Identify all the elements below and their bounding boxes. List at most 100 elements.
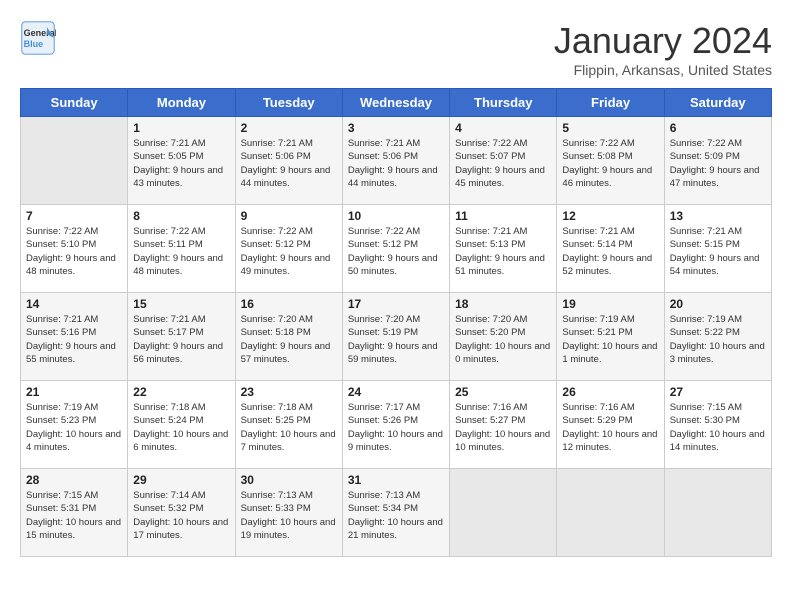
calendar-cell: 6 Sunrise: 7:22 AM Sunset: 5:09 PM Dayli… [664, 117, 771, 205]
sunrise-text: Sunrise: 7:20 AM [455, 314, 527, 325]
day-number: 1 [133, 121, 229, 135]
sunset-text: Sunset: 5:27 PM [455, 415, 525, 426]
sunset-text: Sunset: 5:16 PM [26, 327, 96, 338]
day-info: Sunrise: 7:18 AM Sunset: 5:25 PM Dayligh… [241, 401, 337, 454]
day-info: Sunrise: 7:21 AM Sunset: 5:06 PM Dayligh… [348, 137, 444, 190]
day-number: 21 [26, 385, 122, 399]
sunset-text: Sunset: 5:12 PM [241, 239, 311, 250]
sunset-text: Sunset: 5:17 PM [133, 327, 203, 338]
calendar-cell: 1 Sunrise: 7:21 AM Sunset: 5:05 PM Dayli… [128, 117, 235, 205]
calendar-cell: 5 Sunrise: 7:22 AM Sunset: 5:08 PM Dayli… [557, 117, 664, 205]
daylight-text: Daylight: 9 hours and 46 minutes. [562, 165, 652, 189]
day-info: Sunrise: 7:19 AM Sunset: 5:23 PM Dayligh… [26, 401, 122, 454]
daylight-text: Daylight: 9 hours and 44 minutes. [348, 165, 438, 189]
daylight-text: Daylight: 9 hours and 47 minutes. [670, 165, 760, 189]
daylight-text: Daylight: 9 hours and 49 minutes. [241, 253, 331, 277]
day-info: Sunrise: 7:19 AM Sunset: 5:22 PM Dayligh… [670, 313, 766, 366]
calendar-cell: 9 Sunrise: 7:22 AM Sunset: 5:12 PM Dayli… [235, 205, 342, 293]
calendar-cell: 24 Sunrise: 7:17 AM Sunset: 5:26 PM Dayl… [342, 381, 449, 469]
sunset-text: Sunset: 5:18 PM [241, 327, 311, 338]
day-number: 28 [26, 473, 122, 487]
day-number: 25 [455, 385, 551, 399]
sunset-text: Sunset: 5:06 PM [348, 151, 418, 162]
day-number: 10 [348, 209, 444, 223]
sunset-text: Sunset: 5:29 PM [562, 415, 632, 426]
sunset-text: Sunset: 5:09 PM [670, 151, 740, 162]
logo: General Blue General Blue [20, 20, 56, 56]
day-number: 8 [133, 209, 229, 223]
daylight-text: Daylight: 10 hours and 9 minutes. [348, 429, 443, 453]
day-number: 7 [26, 209, 122, 223]
daylight-text: Daylight: 9 hours and 45 minutes. [455, 165, 545, 189]
sunrise-text: Sunrise: 7:21 AM [133, 314, 205, 325]
sunrise-text: Sunrise: 7:17 AM [348, 402, 420, 413]
calendar-cell: 2 Sunrise: 7:21 AM Sunset: 5:06 PM Dayli… [235, 117, 342, 205]
weekday-header-saturday: Saturday [664, 89, 771, 117]
sunrise-text: Sunrise: 7:22 AM [562, 138, 634, 149]
day-info: Sunrise: 7:15 AM Sunset: 5:30 PM Dayligh… [670, 401, 766, 454]
day-number: 31 [348, 473, 444, 487]
day-number: 20 [670, 297, 766, 311]
calendar-week-row: 28 Sunrise: 7:15 AM Sunset: 5:31 PM Dayl… [21, 469, 772, 557]
sunrise-text: Sunrise: 7:18 AM [133, 402, 205, 413]
calendar-cell [557, 469, 664, 557]
sunrise-text: Sunrise: 7:21 AM [241, 138, 313, 149]
sunrise-text: Sunrise: 7:14 AM [133, 490, 205, 501]
calendar-table: SundayMondayTuesdayWednesdayThursdayFrid… [20, 88, 772, 557]
weekday-header-wednesday: Wednesday [342, 89, 449, 117]
sunset-text: Sunset: 5:21 PM [562, 327, 632, 338]
calendar-cell: 16 Sunrise: 7:20 AM Sunset: 5:18 PM Dayl… [235, 293, 342, 381]
daylight-text: Daylight: 9 hours and 54 minutes. [670, 253, 760, 277]
calendar-cell [664, 469, 771, 557]
sunrise-text: Sunrise: 7:22 AM [348, 226, 420, 237]
day-info: Sunrise: 7:18 AM Sunset: 5:24 PM Dayligh… [133, 401, 229, 454]
sunrise-text: Sunrise: 7:22 AM [455, 138, 527, 149]
calendar-cell: 25 Sunrise: 7:16 AM Sunset: 5:27 PM Dayl… [450, 381, 557, 469]
weekday-header-friday: Friday [557, 89, 664, 117]
day-number: 24 [348, 385, 444, 399]
sunrise-text: Sunrise: 7:16 AM [562, 402, 634, 413]
daylight-text: Daylight: 9 hours and 48 minutes. [26, 253, 116, 277]
day-info: Sunrise: 7:22 AM Sunset: 5:11 PM Dayligh… [133, 225, 229, 278]
sunrise-text: Sunrise: 7:19 AM [26, 402, 98, 413]
daylight-text: Daylight: 10 hours and 15 minutes. [26, 517, 121, 541]
sunrise-text: Sunrise: 7:13 AM [348, 490, 420, 501]
sunset-text: Sunset: 5:05 PM [133, 151, 203, 162]
sunrise-text: Sunrise: 7:21 AM [455, 226, 527, 237]
calendar-cell: 30 Sunrise: 7:13 AM Sunset: 5:33 PM Dayl… [235, 469, 342, 557]
daylight-text: Daylight: 9 hours and 44 minutes. [241, 165, 331, 189]
weekday-header-monday: Monday [128, 89, 235, 117]
title-section: January 2024 Flippin, Arkansas, United S… [554, 20, 772, 78]
sunrise-text: Sunrise: 7:19 AM [670, 314, 742, 325]
sunset-text: Sunset: 5:07 PM [455, 151, 525, 162]
sunset-text: Sunset: 5:34 PM [348, 503, 418, 514]
daylight-text: Daylight: 10 hours and 1 minute. [562, 341, 657, 365]
calendar-cell: 11 Sunrise: 7:21 AM Sunset: 5:13 PM Dayl… [450, 205, 557, 293]
day-number: 17 [348, 297, 444, 311]
calendar-cell: 28 Sunrise: 7:15 AM Sunset: 5:31 PM Dayl… [21, 469, 128, 557]
day-number: 4 [455, 121, 551, 135]
daylight-text: Daylight: 10 hours and 21 minutes. [348, 517, 443, 541]
day-number: 22 [133, 385, 229, 399]
sunrise-text: Sunrise: 7:20 AM [348, 314, 420, 325]
sunset-text: Sunset: 5:06 PM [241, 151, 311, 162]
day-number: 27 [670, 385, 766, 399]
day-info: Sunrise: 7:20 AM Sunset: 5:20 PM Dayligh… [455, 313, 551, 366]
day-info: Sunrise: 7:16 AM Sunset: 5:29 PM Dayligh… [562, 401, 658, 454]
sunrise-text: Sunrise: 7:20 AM [241, 314, 313, 325]
page-header: General Blue General Blue January 2024 F… [20, 20, 772, 78]
day-number: 29 [133, 473, 229, 487]
day-info: Sunrise: 7:20 AM Sunset: 5:18 PM Dayligh… [241, 313, 337, 366]
sunrise-text: Sunrise: 7:21 AM [133, 138, 205, 149]
svg-text:General: General [24, 28, 56, 38]
day-number: 23 [241, 385, 337, 399]
daylight-text: Daylight: 10 hours and 10 minutes. [455, 429, 550, 453]
day-info: Sunrise: 7:21 AM Sunset: 5:15 PM Dayligh… [670, 225, 766, 278]
sunset-text: Sunset: 5:14 PM [562, 239, 632, 250]
calendar-cell [21, 117, 128, 205]
calendar-cell: 10 Sunrise: 7:22 AM Sunset: 5:12 PM Dayl… [342, 205, 449, 293]
calendar-cell: 8 Sunrise: 7:22 AM Sunset: 5:11 PM Dayli… [128, 205, 235, 293]
weekday-header-row: SundayMondayTuesdayWednesdayThursdayFrid… [21, 89, 772, 117]
daylight-text: Daylight: 10 hours and 17 minutes. [133, 517, 228, 541]
daylight-text: Daylight: 9 hours and 43 minutes. [133, 165, 223, 189]
